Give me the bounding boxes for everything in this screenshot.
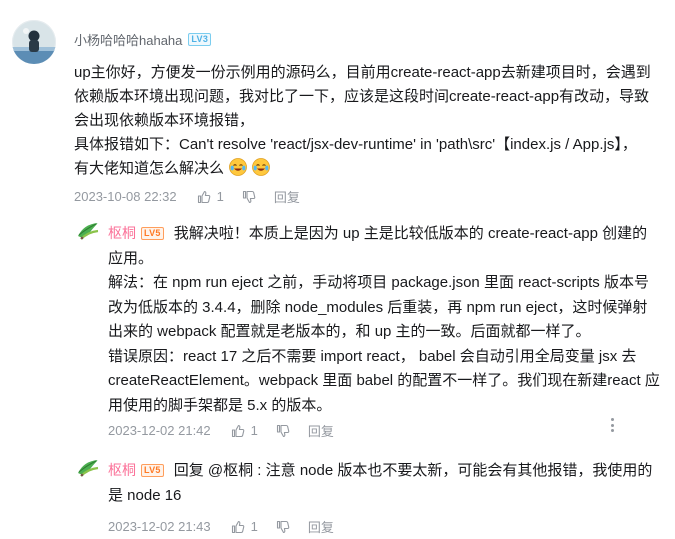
- username[interactable]: 枢桐: [108, 458, 136, 483]
- comment-meta: 2023-10-08 22:32 1 回复: [74, 187, 300, 206]
- avatar[interactable]: [76, 219, 100, 243]
- reply-line: 我解决啦！本质上是因为 up 主是比较低版本的 create-react-app…: [173, 225, 648, 242]
- thumbs-up-icon: [197, 190, 210, 203]
- reply-line: 回复 @枢桐 : 注意 node 版本也不要太新，可能会有其他报错，我使用的: [173, 462, 653, 479]
- reply-content: 枢桐 LV5 我解决啦！本质上是因为 up 主是比较低版本的 create-re…: [108, 221, 664, 418]
- like-count: 1: [250, 423, 258, 438]
- level-badge: LV5: [141, 463, 164, 477]
- avatar-image: [76, 219, 100, 243]
- more-options-icon[interactable]: [609, 418, 615, 432]
- reply-meta: 2023-12-02 21:42 1 回复: [108, 421, 334, 440]
- comment-thread: 小杨哈哈哈hahaha LV3 up主你好，方便发一份示例用的源码么，目前用cr…: [0, 0, 675, 539]
- timestamp: 2023-12-02 21:43: [108, 519, 211, 534]
- thumbs-down-icon: [276, 424, 290, 437]
- comment-line: 有大佬知道怎么解决么: [74, 160, 225, 177]
- like-button[interactable]: 1: [197, 189, 224, 204]
- thumbs-down-icon: [242, 190, 256, 203]
- like-button[interactable]: 1: [231, 519, 258, 534]
- reply-line: 解法：在 npm run eject 之前，手动将项目 package.json…: [108, 274, 649, 291]
- dislike-button[interactable]: [242, 190, 256, 204]
- reply-line: 应用。: [108, 249, 154, 267]
- reply-author: 枢桐 LV5: [108, 221, 164, 246]
- reply-button[interactable]: 回复: [308, 421, 334, 440]
- like-button[interactable]: 1: [231, 423, 258, 438]
- reply-line: 错误原因：react 17 之后不需要 import react， babel …: [108, 347, 637, 365]
- dot: [610, 418, 614, 421]
- timestamp: 2023-12-02 21:42: [108, 423, 211, 438]
- reply-meta: 2023-12-02 21:43 1 回复: [108, 517, 334, 536]
- thumbs-up-icon: [231, 520, 244, 533]
- username[interactable]: 小杨哈哈哈hahaha: [74, 30, 182, 49]
- comment-author: 小杨哈哈哈hahaha LV3: [74, 30, 212, 49]
- username[interactable]: 枢桐: [108, 221, 136, 246]
- reply-first-line: 枢桐 LV5 我解决啦！本质上是因为 up 主是比较低版本的 create-re…: [108, 221, 664, 247]
- dislike-button[interactable]: [276, 520, 290, 534]
- reply-button[interactable]: 回复: [274, 187, 300, 206]
- comment-line: 会出现依赖版本环境报错，: [74, 112, 255, 129]
- level-badge: LV5: [141, 226, 164, 240]
- reply-content: 枢桐 LV5 回复 @枢桐 : 注意 node 版本也不要太新，可能会有其他报错…: [108, 458, 664, 508]
- dislike-button[interactable]: [276, 424, 290, 438]
- reply-first-line: 枢桐 LV5 回复 @枢桐 : 注意 node 版本也不要太新，可能会有其他报错…: [108, 458, 664, 484]
- reply-line: 改为低版本的 3.4.4，删除 node_modules 后重装，再 npm r…: [108, 298, 648, 316]
- dot: [610, 423, 614, 427]
- reply-button[interactable]: 回复: [308, 517, 334, 536]
- reply-line: createReactElement。webpack 里面 babel 的配置不…: [108, 372, 660, 389]
- timestamp: 2023-10-08 22:32: [74, 189, 177, 204]
- thumbs-up-icon: [231, 424, 244, 437]
- avatar-image: [76, 456, 100, 480]
- level-badge: LV3: [188, 33, 212, 46]
- avatar[interactable]: [12, 20, 56, 64]
- comment-line: 依赖版本环境出现问题，我对比了一下，应该是这段时间create-react-ap…: [74, 88, 650, 105]
- reply-line: 出来的 webpack 配置就是老版本的，和 up 主的一致。后面就都一样了。: [108, 323, 591, 340]
- dot: [610, 429, 614, 432]
- avatar-image: [12, 20, 56, 64]
- crying-laughing-emoji: [252, 158, 271, 176]
- avatar[interactable]: [76, 456, 100, 480]
- comment-line: up主你好，方便发一份示例用的源码么，目前用create-react-app去新…: [74, 64, 651, 81]
- crying-laughing-emoji: [229, 158, 248, 176]
- comment-line: 具体报错如下：Can't resolve 'react/jsx-dev-runt…: [74, 136, 637, 153]
- comment-line-with-emoji: 有大佬知道怎么解决么: [74, 157, 664, 181]
- reply-line: 是 node 16: [108, 486, 182, 504]
- reply-author: 枢桐 LV5: [108, 458, 164, 483]
- like-count: 1: [216, 189, 224, 204]
- like-count: 1: [250, 519, 258, 534]
- reply-line: 用使用的脚手架都是 5.x 的版本。: [108, 396, 332, 414]
- thumbs-down-icon: [276, 520, 290, 533]
- comment-content: up主你好，方便发一份示例用的源码么，目前用create-react-app去新…: [74, 61, 664, 181]
